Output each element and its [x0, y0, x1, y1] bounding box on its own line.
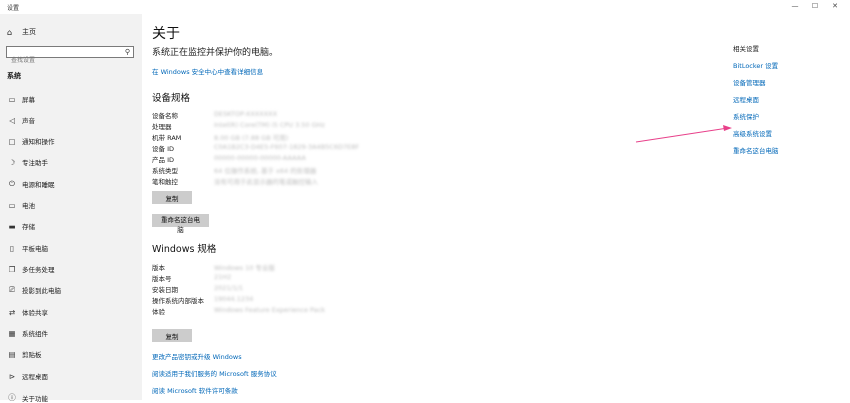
arrow-shaft	[635, 127, 729, 143]
arrow-head	[723, 125, 732, 131]
annotation-arrow	[635, 125, 732, 143]
